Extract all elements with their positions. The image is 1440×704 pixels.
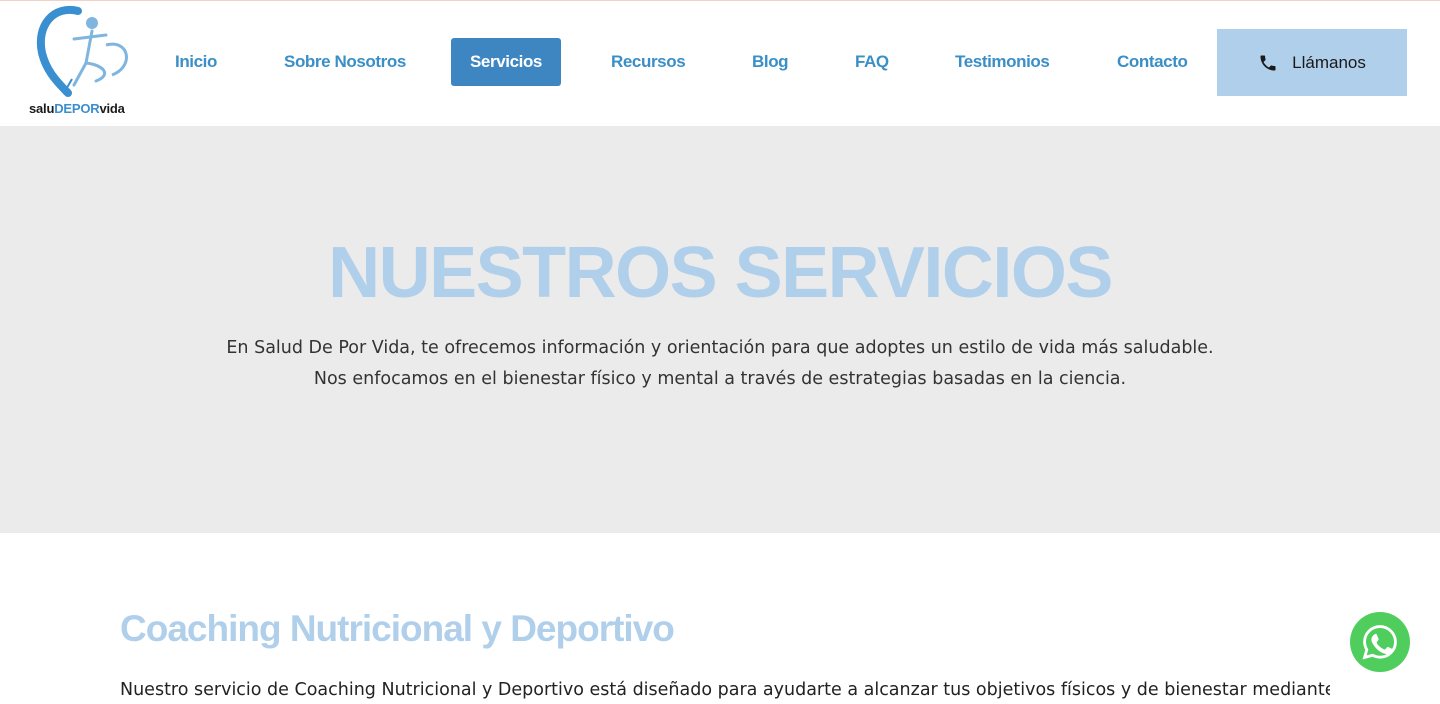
section-description: Nuestro servicio de Coaching Nutricional… — [120, 680, 1330, 700]
logo-text-end: vida — [99, 101, 125, 116]
nav-item-servicios[interactable]: Servicios — [451, 38, 561, 86]
logo-wordmark: saluDEPORvida — [29, 101, 125, 116]
site-header: saluDEPORvida Inicio Sobre Nosotros Serv… — [0, 1, 1440, 126]
nav-item-contacto[interactable]: Contacto — [1117, 38, 1188, 86]
nav-item-recursos[interactable]: Recursos — [611, 38, 686, 86]
runner-heart-logo-icon — [36, 5, 128, 97]
hero-section: NUESTROS SERVICIOS En Salud De Por Vida,… — [0, 126, 1440, 533]
nav-item-testimonios[interactable]: Testimonios — [955, 38, 1050, 86]
logo-text-start: salu — [29, 101, 55, 116]
logo-text-mid: DEPOR — [54, 101, 100, 116]
phone-icon — [1260, 55, 1276, 70]
nav-item-inicio[interactable]: Inicio — [175, 38, 217, 86]
call-button[interactable]: Llámanos — [1217, 29, 1407, 96]
nav-item-blog[interactable]: Blog — [752, 38, 789, 86]
hero-title: NUESTROS SERVICIOS — [328, 233, 1113, 313]
nav-item-faq[interactable]: FAQ — [855, 38, 889, 86]
call-button-label: Llámanos — [1292, 52, 1366, 72]
site-logo[interactable]: saluDEPORvida — [28, 5, 138, 117]
nav-item-sobre-nosotros[interactable]: Sobre Nosotros — [284, 38, 406, 86]
section-title: Coaching Nutricional y Deportivo — [120, 608, 675, 649]
hero-description: En Salud De Por Vida, te ofrecemos infor… — [226, 338, 1214, 389]
whatsapp-button[interactable] — [1350, 612, 1410, 672]
whatsapp-icon — [1362, 625, 1397, 660]
